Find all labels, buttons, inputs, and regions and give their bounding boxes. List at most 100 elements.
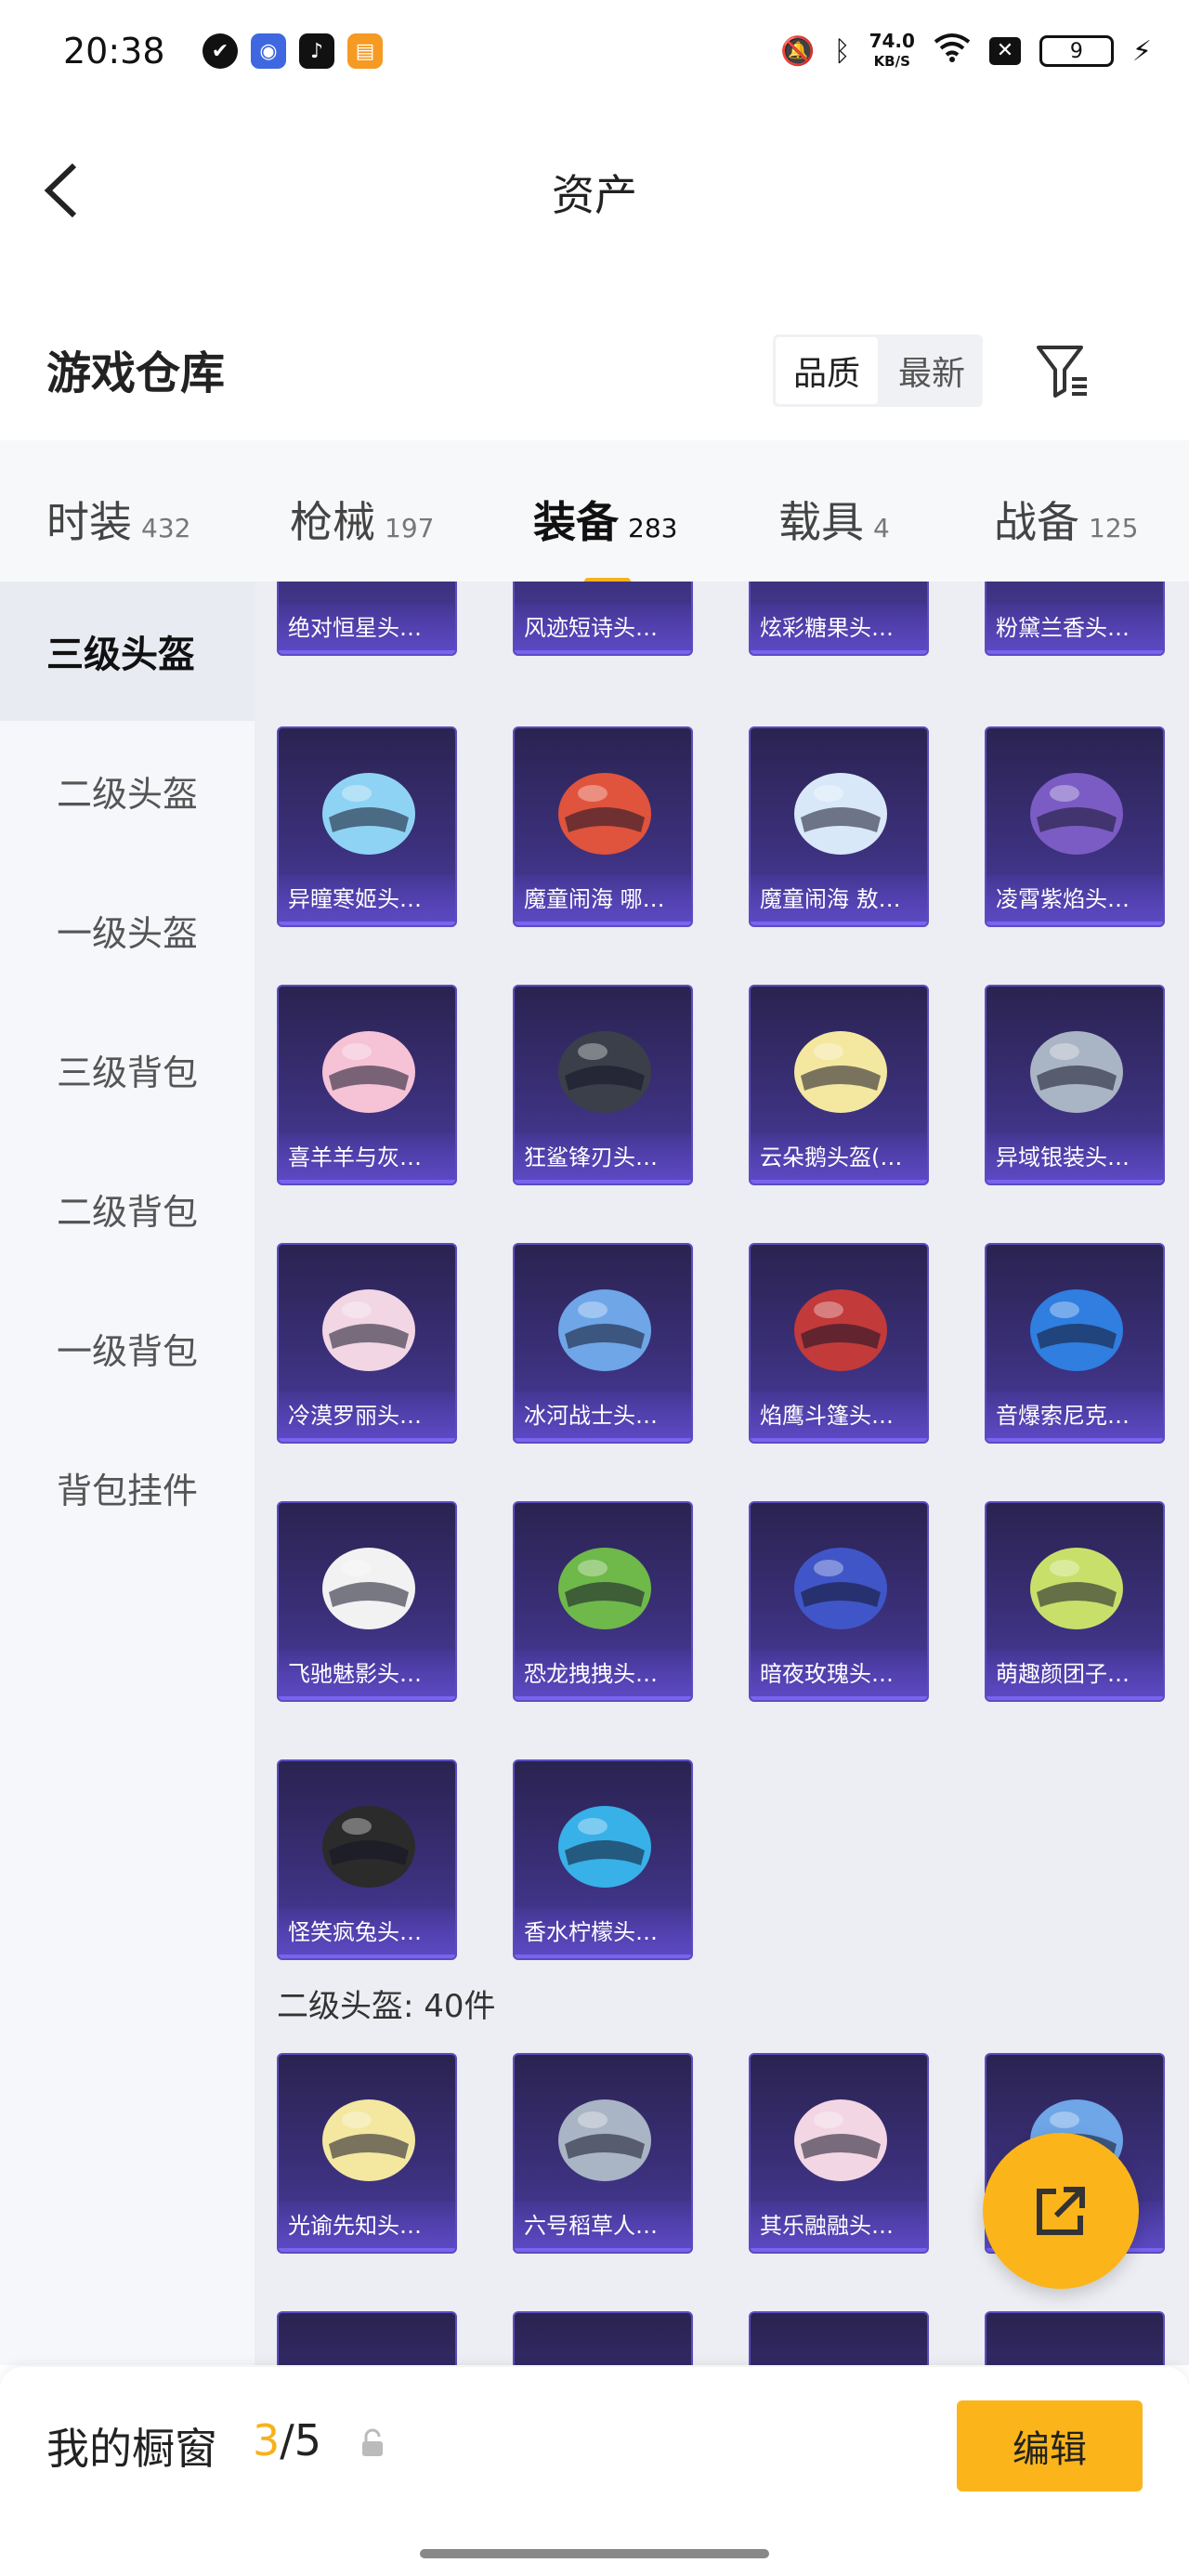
nav-bar: 资产 xyxy=(0,102,1189,269)
home-indicator xyxy=(420,2549,769,2558)
tab-equipment[interactable]: 装备 283 xyxy=(533,489,677,585)
item-card[interactable]: 狂鲨锋刃头… xyxy=(513,985,693,1185)
helmet-icon xyxy=(558,1289,651,1371)
charging-icon: ⚡ xyxy=(1131,34,1152,68)
sidebar-item-lvl2-helmet[interactable]: 二级头盔 xyxy=(0,721,255,860)
sidebar-item-lvl1-helmet[interactable]: 一级头盔 xyxy=(0,860,255,1000)
item-name: 云朵鹅头盔(… xyxy=(751,1133,927,1183)
item-card[interactable]: 凌霄紫焰头… xyxy=(985,726,1165,927)
sidebar-item-backpack-charm[interactable]: 背包挂件 xyxy=(0,1418,255,1557)
item-card[interactable]: 异域银装头… xyxy=(985,985,1165,1185)
item-name: 狂鲨锋刃头… xyxy=(515,1133,691,1183)
item-name: 怪笑疯兔头… xyxy=(279,1908,455,1958)
tab-fashion[interactable]: 时装 432 xyxy=(46,489,190,550)
item-name: 喜羊羊与灰… xyxy=(279,1133,455,1183)
battery-icon: 9 xyxy=(1039,35,1114,67)
item-card[interactable]: 光谕先知头… xyxy=(277,2053,457,2254)
tab-vehicles[interactable]: 载具 4 xyxy=(778,489,890,550)
lock-icon xyxy=(362,2428,383,2456)
item-name: 六号稻草人… xyxy=(515,2202,691,2252)
sort-latest-option[interactable]: 最新 xyxy=(881,334,983,407)
sidebar-item-lvl3-backpack[interactable]: 三级背包 xyxy=(0,1000,255,1139)
item-card[interactable] xyxy=(749,2311,929,2365)
tab-supplies[interactable]: 战备 125 xyxy=(994,489,1138,550)
helmet-icon xyxy=(1030,1289,1123,1371)
item-card[interactable]: 冷漠罗丽头… xyxy=(277,1243,457,1444)
edit-button[interactable]: 编辑 xyxy=(957,2400,1143,2491)
item-card[interactable]: 音爆索尼克… xyxy=(985,1243,1165,1444)
sidebar-item-lvl1-backpack[interactable]: 一级背包 xyxy=(0,1278,255,1418)
item-card[interactable]: 云朵鹅头盔(… xyxy=(749,985,929,1185)
sidebar: 三级头盔 二级头盔 一级头盔 三级背包 二级背包 一级背包 背包挂件 xyxy=(0,582,255,2365)
item-card[interactable]: 喜羊羊与灰… xyxy=(277,985,457,1185)
item-card[interactable]: 炫彩糖果头… xyxy=(749,582,929,656)
item-name: 萌趣颜团子… xyxy=(986,1650,1163,1700)
item-name: 焰鹰斗篷头… xyxy=(751,1392,927,1442)
item-name: 风迹短诗头… xyxy=(515,604,691,654)
helmet-icon xyxy=(322,1289,415,1371)
status-right: 🔕 ᛒ 74.0 KB/S ✕ 9 ⚡ xyxy=(780,32,1152,71)
item-name: 香水柠檬头… xyxy=(515,1908,691,1958)
sidebar-item-lvl3-helmet[interactable]: 三级头盔 xyxy=(0,582,255,721)
item-card[interactable]: 六号稻草人… xyxy=(513,2053,693,2254)
item-card[interactable]: 魔童闹海 敖… xyxy=(749,726,929,927)
share-button[interactable] xyxy=(983,2133,1139,2289)
item-card[interactable]: 香水柠檬头… xyxy=(513,1759,693,1960)
filter-button[interactable] xyxy=(1035,342,1091,401)
item-grid: 二级头盔: 40件 绝对恒星头… 风迹短诗头… 炫彩糖果头… 粉黛兰香头… 异瞳寒姬头…… xyxy=(255,582,1189,2365)
showcase-count: 3/5 xyxy=(253,2415,322,2465)
item-card[interactable] xyxy=(277,2311,457,2365)
item-card[interactable]: 异瞳寒姬头… xyxy=(277,726,457,927)
sort-quality-option[interactable]: 品质 xyxy=(776,337,878,404)
warehouse-title: 游戏仓库 xyxy=(46,347,226,399)
wifi-icon xyxy=(934,33,971,70)
item-card[interactable]: 飞驰魅影头… xyxy=(277,1501,457,1702)
helmet-icon xyxy=(322,773,415,855)
helmet-icon xyxy=(1030,1548,1123,1629)
helmet-icon xyxy=(322,1031,415,1113)
helmet-icon xyxy=(794,1548,887,1629)
item-card[interactable]: 魔童闹海 哪… xyxy=(513,726,693,927)
item-card[interactable] xyxy=(985,2311,1165,2365)
item-name: 绝对恒星头… xyxy=(279,604,455,654)
item-name: 冷漠罗丽头… xyxy=(279,1392,455,1442)
helmet-icon xyxy=(1030,1031,1123,1113)
item-name: 光谕先知头… xyxy=(279,2202,455,2252)
item-name: 粉黛兰香头… xyxy=(986,604,1163,654)
helmet-icon xyxy=(794,1031,887,1113)
item-name: 飞驰魅影头… xyxy=(279,1650,455,1700)
item-card[interactable]: 焰鹰斗篷头… xyxy=(749,1243,929,1444)
helmet-icon xyxy=(794,2099,887,2181)
item-card[interactable]: 其乐融融头… xyxy=(749,2053,929,2254)
item-name: 其乐融融头… xyxy=(751,2202,927,2252)
item-card[interactable]: 怪笑疯兔头… xyxy=(277,1759,457,1960)
item-card[interactable]: 冰河战士头… xyxy=(513,1243,693,1444)
item-card[interactable] xyxy=(513,2311,693,2365)
item-name: 音爆索尼克… xyxy=(986,1392,1163,1442)
item-name: 魔童闹海 敖… xyxy=(751,875,927,925)
game-app-icon: ◉ xyxy=(251,33,286,69)
helmet-icon xyxy=(322,2099,415,2181)
helmet-icon xyxy=(558,773,651,855)
item-card[interactable]: 绝对恒星头… xyxy=(277,582,457,656)
item-name: 恐龙拽拽头… xyxy=(515,1650,691,1700)
item-card[interactable]: 恐龙拽拽头… xyxy=(513,1501,693,1702)
showcase-bar: 我的橱窗 3/5 编辑 xyxy=(0,2367,1189,2576)
shopping-app-icon: ▤ xyxy=(347,33,383,69)
tab-weapons[interactable]: 枪械 197 xyxy=(290,489,434,550)
helmet-icon xyxy=(794,1289,887,1371)
network-speed: 74.0 KB/S xyxy=(869,30,915,70)
sim-off-icon: ✕ xyxy=(988,37,1021,65)
sort-toggle: 品质 最新 xyxy=(773,334,983,407)
page-title: 资产 xyxy=(552,170,637,220)
item-card[interactable]: 萌趣颜团子… xyxy=(985,1501,1165,1702)
item-name: 异瞳寒姬头… xyxy=(279,875,455,925)
item-card[interactable]: 风迹短诗头… xyxy=(513,582,693,656)
item-name: 凌霄紫焰头… xyxy=(986,875,1163,925)
sidebar-item-lvl2-backpack[interactable]: 二级背包 xyxy=(0,1139,255,1278)
item-card[interactable]: 暗夜玫瑰头… xyxy=(749,1501,929,1702)
helmet-icon xyxy=(322,1548,415,1629)
item-card[interactable]: 粉黛兰香头… xyxy=(985,582,1165,656)
helmet-icon xyxy=(558,1031,651,1113)
category-tabs: 时装 432 枪械 197 装备 283 载具 4 战备 125 xyxy=(0,440,1189,585)
